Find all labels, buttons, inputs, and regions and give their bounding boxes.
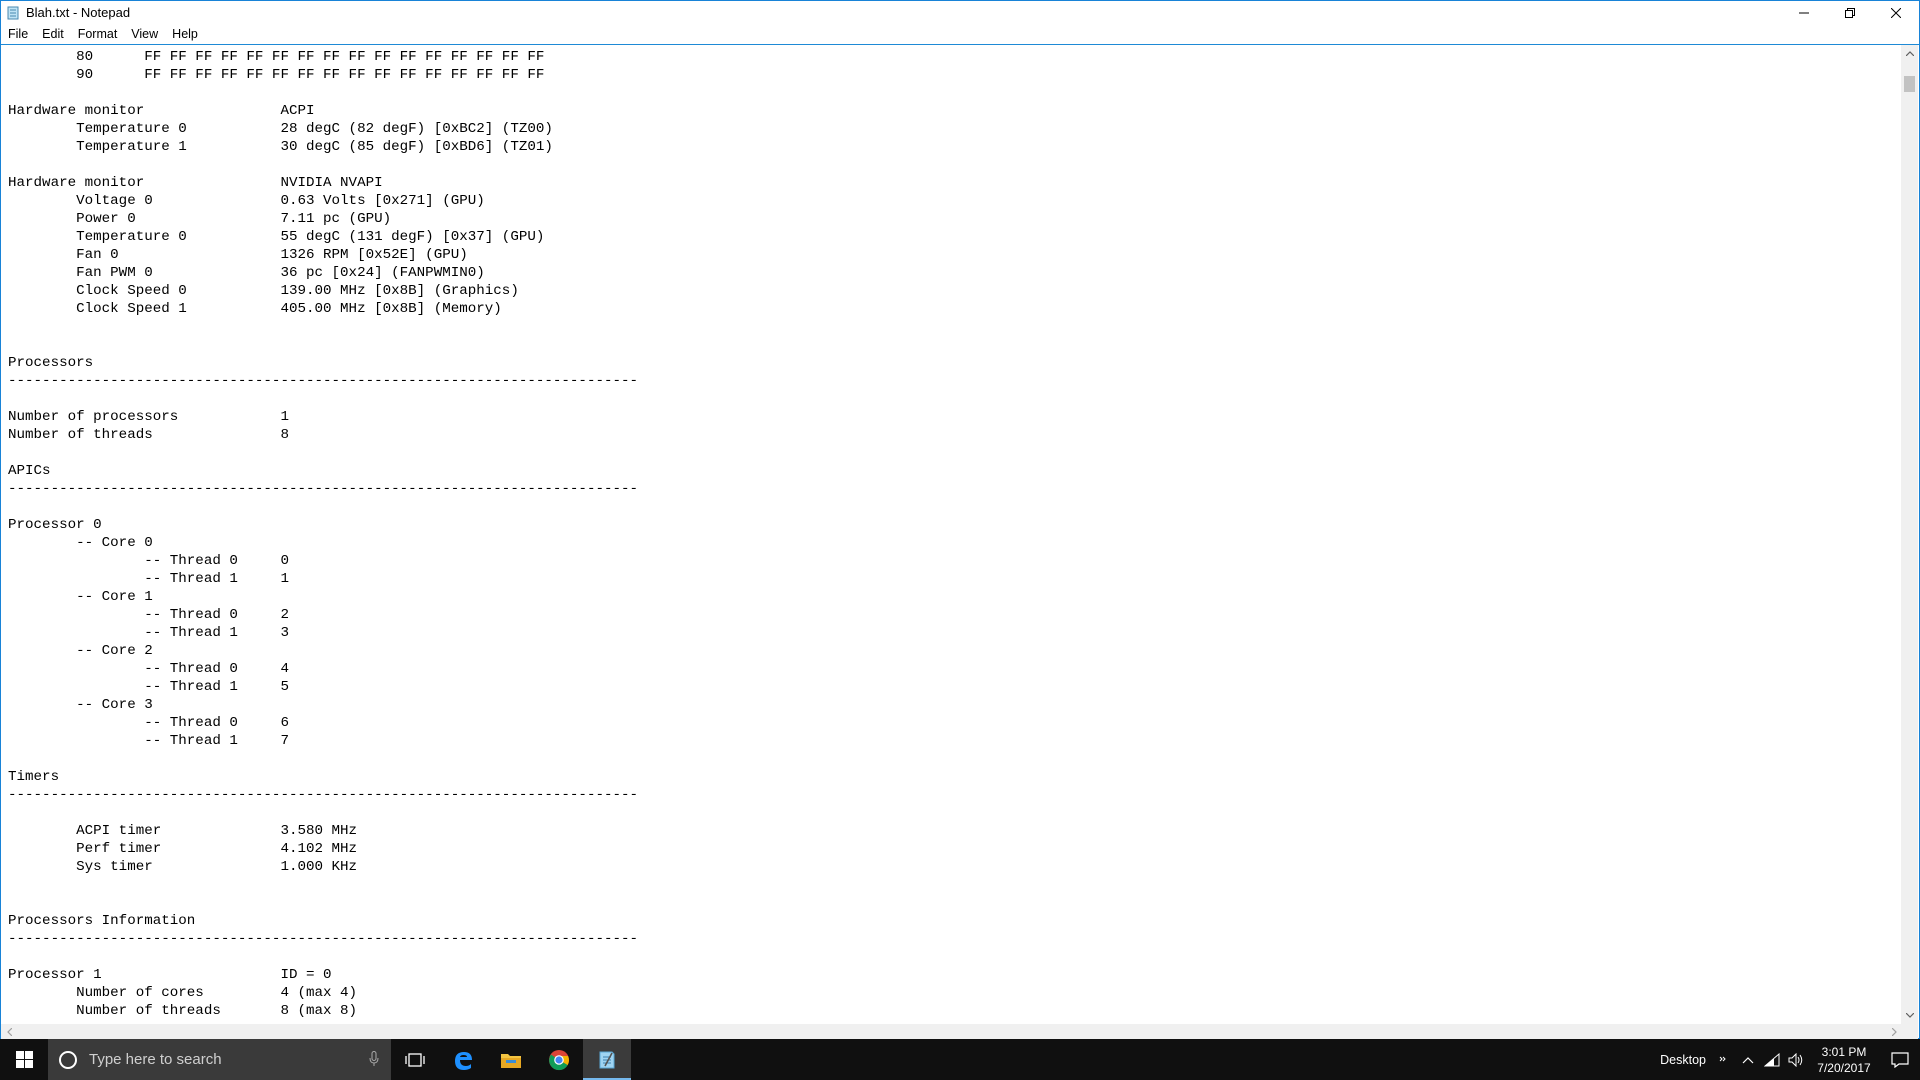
document-text[interactable]: 80 FF FF FF FF FF FF FF FF FF FF FF FF F…: [1, 45, 1903, 1020]
chrome-icon: [549, 1049, 569, 1070]
task-view-icon: [405, 1052, 425, 1067]
cortana-circle-icon: [59, 1050, 77, 1069]
action-center-button[interactable]: [1880, 1039, 1920, 1080]
edge-browser-icon: [455, 1051, 472, 1070]
close-button[interactable]: [1873, 1, 1919, 24]
menu-edit[interactable]: Edit: [35, 24, 71, 44]
menu-view[interactable]: View: [124, 24, 165, 44]
notepad-icon: [599, 1051, 615, 1068]
scroll-down-button[interactable]: [1901, 1007, 1918, 1024]
show-hidden-icons-icon[interactable]: [1736, 1039, 1760, 1080]
clock-date: 7/20/2017: [1817, 1060, 1871, 1075]
menu-format[interactable]: Format: [71, 24, 125, 44]
toolbar-expand-icon[interactable]: [1716, 1039, 1730, 1080]
menu-bar: File Edit Format View Help: [1, 24, 1919, 45]
taskbar-edge[interactable]: [439, 1039, 487, 1080]
system-tray: Desktop 3:01 PM 7/20/2017: [1660, 1039, 1920, 1080]
vertical-scrollbar[interactable]: [1901, 45, 1918, 1024]
taskbar-file-explorer[interactable]: [487, 1039, 535, 1080]
scroll-up-button[interactable]: [1901, 45, 1918, 62]
window-controls: [1781, 1, 1919, 24]
volume-icon[interactable]: [1784, 1039, 1808, 1080]
restore-button[interactable]: [1827, 1, 1873, 24]
notepad-icon: [6, 6, 20, 20]
menu-help[interactable]: Help: [165, 24, 205, 44]
notification-icon: [1891, 1051, 1909, 1068]
microphone-icon[interactable]: [369, 1051, 379, 1072]
vertical-scroll-thumb[interactable]: [1904, 76, 1915, 92]
title-bar[interactable]: Blah.txt - Notepad: [1, 1, 1919, 24]
folder-icon: [501, 1053, 521, 1068]
menu-file[interactable]: File: [1, 24, 35, 44]
minimize-button[interactable]: [1781, 1, 1827, 24]
taskbar-clock[interactable]: 3:01 PM 7/20/2017: [1808, 1044, 1880, 1076]
taskbar-chrome[interactable]: [535, 1039, 583, 1080]
task-view-button[interactable]: [391, 1039, 439, 1080]
notepad-window: Blah.txt - Notepad File Edit Format View…: [0, 0, 1920, 1039]
desktop-toolbar-label[interactable]: Desktop: [1660, 1053, 1706, 1067]
search-placeholder: Type here to search: [89, 1051, 222, 1068]
chevron-up-icon: [1905, 51, 1914, 56]
scroll-left-button[interactable]: [1, 1024, 18, 1039]
chevron-right-icon: [1892, 1027, 1897, 1036]
chevron-down-icon: [1905, 1013, 1914, 1018]
windows-logo-icon: [15, 1051, 33, 1068]
minimize-icon: [1799, 12, 1809, 13]
clock-time: 3:01 PM: [1821, 1044, 1867, 1059]
taskbar: Type here to search Desktop 3:01 PM 7/20…: [0, 1039, 1920, 1080]
chevron-left-icon: [7, 1027, 12, 1036]
horizontal-scrollbar[interactable]: [1, 1024, 1903, 1039]
taskbar-search-box[interactable]: Type here to search: [48, 1039, 391, 1080]
restore-icon: [1845, 7, 1855, 18]
start-button[interactable]: [0, 1039, 48, 1080]
text-editor[interactable]: 80 FF FF FF FF FF FF FF FF FF FF FF FF F…: [1, 45, 1903, 1024]
window-title: Blah.txt - Notepad: [26, 5, 131, 20]
taskbar-notepad[interactable]: [583, 1039, 631, 1080]
close-icon: [1891, 7, 1901, 18]
scrollbar-corner: [1901, 1024, 1918, 1039]
network-icon[interactable]: [1760, 1039, 1784, 1080]
